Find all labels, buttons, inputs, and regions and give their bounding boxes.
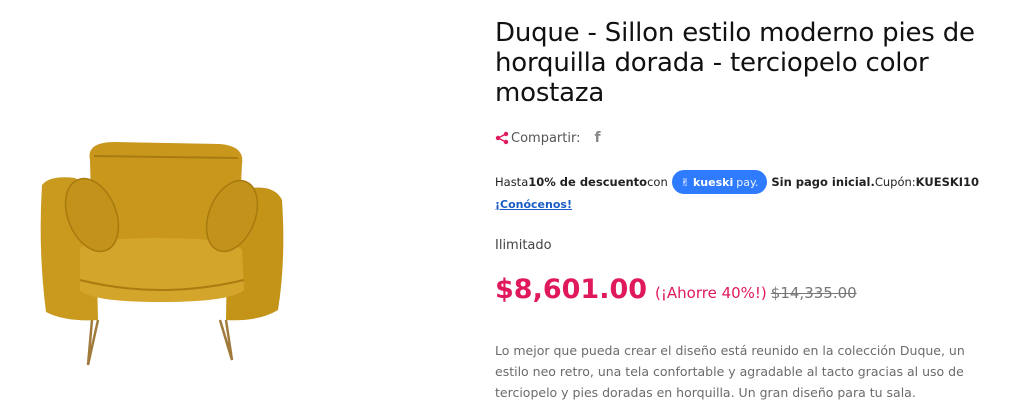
financing-offer: Hasta 10% de descuento con ✌ kueski pay. … [495, 170, 979, 194]
financing-discount: 10% de descuento [528, 175, 648, 189]
current-price: $8,601.00 [495, 274, 648, 305]
financing-no-down: Sin pago inicial. [771, 175, 875, 189]
share-label: Compartir: [511, 130, 581, 146]
learn-more-link[interactable]: ¡Conócenos! [495, 198, 572, 211]
original-price: $14,335.00 [770, 284, 857, 302]
kueskipay-badge[interactable]: ✌ kueski pay. [671, 170, 768, 194]
financing-prefix: Hasta [495, 175, 529, 189]
share-icon [495, 131, 509, 145]
kueski-brand-main: kueski [692, 175, 734, 189]
coupon-label: Cupón: [874, 175, 916, 189]
savings-text: (¡Ahorre 40%!) [655, 284, 767, 302]
coupon-code: KUESKI10 [915, 175, 980, 189]
financing-connector: con [647, 175, 668, 189]
share-bar: Compartir: f [495, 130, 601, 146]
facebook-icon[interactable]: f [594, 130, 600, 146]
armchair-image[interactable] [20, 130, 300, 375]
product-description: Lo mejor que pueda crear el diseño está … [495, 343, 965, 400]
price-row: $8,601.00 (¡Ahorre 40%!) $14,335.00 [495, 274, 857, 305]
availability-status: Ilimitado [495, 238, 552, 253]
kueski-logo-icon: ✌ [680, 175, 690, 189]
product-image-area [0, 0, 470, 410]
product-info: Duque - Sillon estilo moderno pies de ho… [495, 18, 995, 400]
product-title: Duque - Sillon estilo moderno pies de ho… [495, 18, 975, 108]
kueski-brand-suffix: pay. [736, 175, 759, 189]
